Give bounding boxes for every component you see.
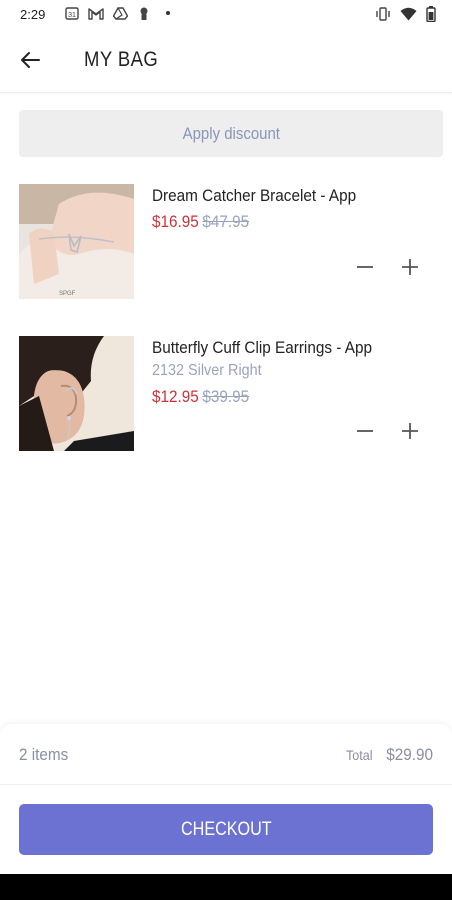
calendar-icon: 31 — [64, 5, 80, 21]
keyhole-icon — [136, 5, 152, 21]
product-name: Dream Catcher Bracelet - App — [152, 186, 357, 205]
total-amount: $29.90 — [386, 745, 433, 764]
product-name: Butterfly Cuff Clip Earrings - App — [152, 338, 372, 357]
status-right-icons — [375, 6, 436, 27]
increase-quantity-button[interactable] — [398, 255, 422, 279]
arrow-left-icon — [21, 52, 40, 68]
product-image[interactable]: SPGF — [19, 184, 134, 299]
decrease-quantity-button[interactable] — [353, 255, 377, 279]
sale-price: $16.95 — [152, 212, 199, 231]
original-price: $47.95 — [202, 212, 250, 231]
total-label: Total — [346, 747, 373, 763]
notification-dot-icon — [160, 5, 176, 21]
page-title: MY BAG — [84, 48, 159, 71]
status-left-icons: 31 — [64, 5, 176, 21]
battery-icon — [426, 6, 436, 27]
apply-discount-label: Apply discount — [182, 123, 280, 143]
product-image[interactable] — [19, 336, 134, 451]
apply-discount-button[interactable]: Apply discount — [19, 110, 443, 157]
divider — [0, 784, 452, 785]
plus-icon — [402, 423, 418, 439]
increase-quantity-button[interactable] — [398, 419, 422, 443]
vibrate-icon — [375, 7, 391, 26]
system-nav-bar — [0, 874, 452, 900]
price-row: $12.95 $39.95 — [152, 387, 249, 407]
cart-item: SPGF Dream Catcher Bracelet - App $16.95… — [0, 184, 452, 304]
plus-icon — [402, 259, 418, 275]
cart-item: Butterfly Cuff Clip Earrings - App 2132 … — [0, 336, 452, 456]
app-bar: MY BAG — [0, 30, 452, 93]
checkout-label: CHECKOUT — [180, 818, 272, 840]
item-count: 2 items — [19, 745, 69, 764]
svg-text:SPGF: SPGF — [59, 291, 76, 297]
back-button[interactable] — [18, 48, 46, 72]
price-row: $16.95 $47.95 — [152, 212, 249, 232]
status-time: 2:29 — [20, 7, 46, 22]
gmail-icon — [88, 5, 104, 21]
status-bar: 2:29 31 — [0, 0, 452, 30]
drive-icon — [112, 5, 128, 21]
product-variant: 2132 Silver Right — [152, 362, 262, 379]
decrease-quantity-button[interactable] — [353, 419, 377, 443]
checkout-panel: 2 items Total $29.90 CHECKOUT — [0, 724, 452, 874]
checkout-button[interactable]: CHECKOUT — [19, 804, 433, 855]
wifi-icon — [400, 7, 417, 26]
svg-text:31: 31 — [68, 12, 76, 19]
original-price: $39.95 — [202, 387, 250, 406]
sale-price: $12.95 — [152, 387, 199, 406]
minus-icon — [357, 430, 373, 432]
minus-icon — [357, 266, 373, 268]
